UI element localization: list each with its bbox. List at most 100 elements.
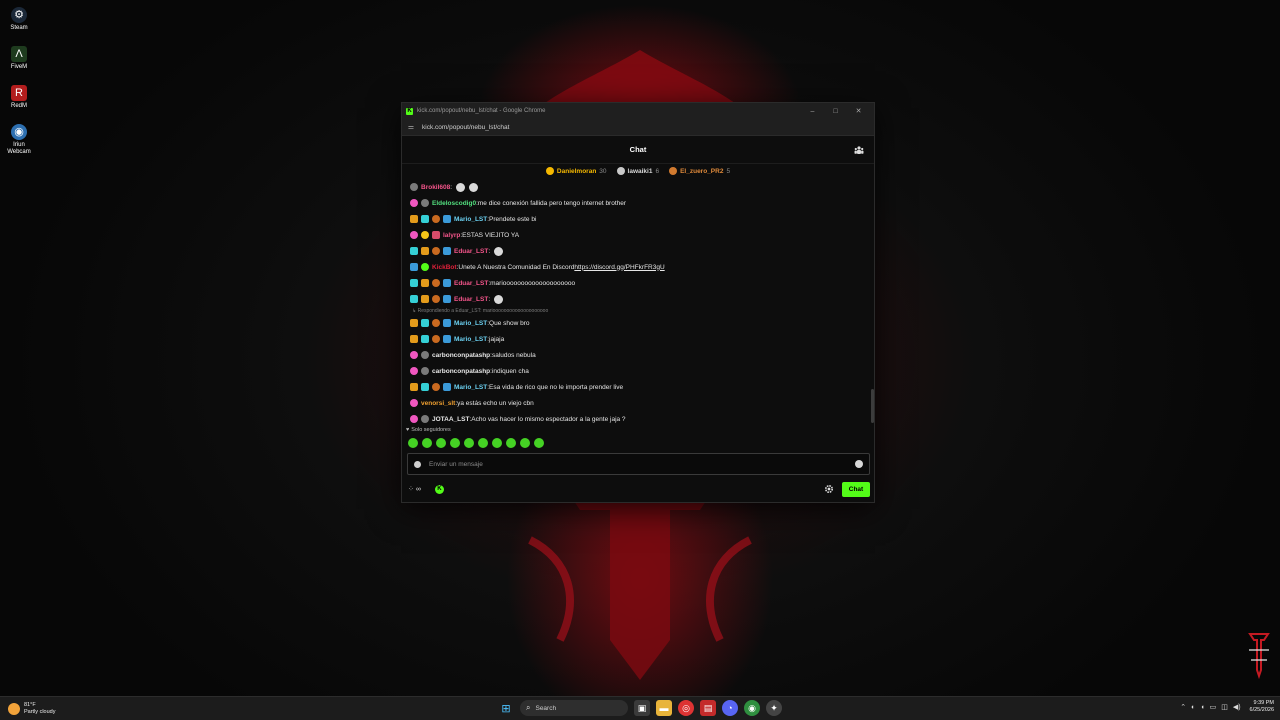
steam-icon: ⚙ (11, 7, 27, 23)
desktop-icon-iriun[interactable]: ◉ Iriun Webcam (4, 121, 34, 159)
task-view-icon[interactable]: ▣ (634, 700, 650, 716)
leaderboard-entry[interactable]: lawaiki1 6 (616, 167, 659, 175)
quick-emote-icon[interactable] (520, 438, 530, 448)
leaderboard-entry[interactable]: Danielmoran 30 (545, 167, 607, 175)
followers-only-label: Solo seguidores (411, 427, 451, 433)
reply-reference[interactable]: ↳ Respondiendo a Eduar_LST: marioooooooo… (410, 307, 868, 315)
chat-username[interactable]: carbonconpatashp (432, 368, 490, 375)
chat-emote-icon[interactable] (456, 182, 466, 192)
chat-message: carbonconpatashp: saludos nebula (410, 347, 868, 363)
users-icon[interactable] (854, 145, 864, 155)
emote-badge-icon (421, 199, 429, 207)
chat-message-link[interactable]: https://discord.gg/PHFkrFR3gU (574, 264, 664, 271)
desktop-icon-label: Steam (10, 25, 28, 31)
og-badge-icon (432, 319, 440, 327)
emoji-picker-icon[interactable] (855, 460, 863, 468)
window-titlebar[interactable]: K kick.com/popout/nebu_lst/chat - Google… (402, 103, 874, 119)
quick-emote-icon[interactable] (534, 438, 544, 448)
mention-icon[interactable] (414, 460, 421, 468)
pink-badge-icon (410, 415, 418, 423)
chat-scrollbar[interactable] (871, 179, 874, 425)
chat-username[interactable]: carbonconpatashp (432, 352, 490, 359)
desktop-icon-label: FiveM (10, 64, 28, 70)
microphone-icon[interactable]: ◖ (1200, 704, 1204, 711)
desktop-icons: ⚙ Steam Λ FiveM R RedM ◉ Iriun Webcam (4, 4, 34, 160)
og-badge-icon (432, 215, 440, 223)
chat-username[interactable]: Eduar_LST (454, 248, 488, 255)
app-icon[interactable]: ✦ (766, 700, 782, 716)
weather-widget[interactable]: 81°F Partly cloudy (8, 702, 56, 716)
quick-emote-icon[interactable] (492, 438, 502, 448)
quick-emote-bar (408, 438, 544, 448)
desktop-icon-steam[interactable]: ⚙ Steam (4, 4, 34, 42)
ver-badge-icon (443, 279, 451, 287)
file-explorer-icon[interactable]: ▬ (656, 700, 672, 716)
chat-username[interactable]: Mario_LST (454, 336, 487, 343)
og-badge-icon (432, 247, 440, 255)
chat-message-text: Esa vida de rico que no le importa prend… (489, 383, 624, 391)
chat-username[interactable]: lalyrp (443, 232, 460, 239)
channel-points[interactable]: ⁘ ∞ (408, 485, 421, 494)
chat-username[interactable]: JOTAA_LST (432, 416, 469, 423)
points-icon: ⁘ (408, 486, 414, 493)
chat-username[interactable]: Mario_LST (454, 216, 487, 223)
quick-emote-icon[interactable] (436, 438, 446, 448)
minimize-button[interactable]: – (801, 108, 824, 115)
chevron-up-icon[interactable]: ⌃ (1180, 703, 1186, 711)
chat-username[interactable]: Mario_LST (454, 320, 487, 327)
display-icon[interactable]: ▭ (1210, 703, 1217, 711)
news-app-icon[interactable]: ▤ (700, 700, 716, 716)
maximize-button[interactable]: □ (824, 108, 847, 115)
chat-username[interactable]: Brokil608 (421, 184, 450, 191)
chat-message: Eduar_LST: marioooooooooooooooooooo (410, 275, 868, 291)
quick-emote-icon[interactable] (450, 438, 460, 448)
kick-rewards-icon[interactable]: K (434, 484, 444, 494)
leaderboard-username[interactable]: lawaiki1 (628, 168, 653, 175)
sub-badge-icon (421, 295, 429, 303)
url-text[interactable]: kick.com/popout/nebu_lst/chat (422, 124, 509, 131)
chat-username[interactable]: Eldeloscodig0 (432, 200, 476, 207)
desktop-icon-redm[interactable]: R RedM (4, 82, 34, 120)
quick-emote-icon[interactable] (408, 438, 418, 448)
start-button[interactable]: ⊞ (498, 700, 514, 716)
chrome-icon[interactable]: ◎ (678, 700, 694, 716)
chat-emote-icon[interactable] (494, 294, 504, 304)
leaderboard-username[interactable]: El_zuero_PR2 (680, 168, 723, 175)
chat-username[interactable]: Eduar_LST (454, 280, 488, 287)
gear-icon[interactable] (824, 484, 834, 494)
system-clock[interactable]: 9:39 PM 6/25/2026 (1250, 700, 1274, 714)
chat-username[interactable]: venorsi_slt (421, 400, 455, 407)
message-input[interactable] (429, 460, 855, 468)
sub-badge-icon (410, 319, 418, 327)
chat-username[interactable]: KickBot (432, 264, 457, 271)
chat-emote-icon[interactable] (494, 246, 504, 256)
discord-icon[interactable]: ◔ (722, 700, 738, 716)
chat-message-text: marioooooooooooooooooooo (490, 279, 576, 287)
address-bar[interactable]: ⚌ kick.com/popout/nebu_lst/chat (402, 119, 874, 136)
leaderboard-username[interactable]: Danielmoran (557, 168, 596, 175)
chat-username[interactable]: Eduar_LST (454, 296, 488, 303)
leaderboard-entry[interactable]: El_zuero_PR2 5 (669, 167, 730, 175)
message-input-box (407, 453, 870, 475)
webcam-icon: ◉ (11, 124, 27, 140)
quick-emote-icon[interactable] (464, 438, 474, 448)
scrollbar-thumb[interactable] (871, 389, 874, 423)
tray-app-icon[interactable]: ◐ (1191, 704, 1195, 711)
quick-emote-icon[interactable] (478, 438, 488, 448)
close-button[interactable]: ✕ (847, 107, 870, 115)
volume-icon[interactable]: ◀) (1233, 703, 1241, 711)
emote-badge-icon (421, 351, 429, 359)
quick-emote-icon[interactable] (506, 438, 516, 448)
send-chat-button[interactable]: Chat (842, 481, 870, 497)
chat-emote-icon[interactable] (469, 182, 479, 192)
username-separator: : (488, 295, 491, 303)
desktop-icon-fivem[interactable]: Λ FiveM (4, 43, 34, 81)
chrome-active-icon[interactable]: ◉ (744, 700, 760, 716)
corner-logo (1248, 633, 1270, 680)
quick-emote-icon[interactable] (422, 438, 432, 448)
network-icon[interactable]: ◫ (1221, 703, 1228, 711)
site-settings-icon[interactable]: ⚌ (406, 123, 416, 131)
chat-username[interactable]: Mario_LST (454, 384, 487, 391)
taskbar-search[interactable]: ⌕ Search (520, 700, 628, 716)
emote-badge-icon (421, 367, 429, 375)
